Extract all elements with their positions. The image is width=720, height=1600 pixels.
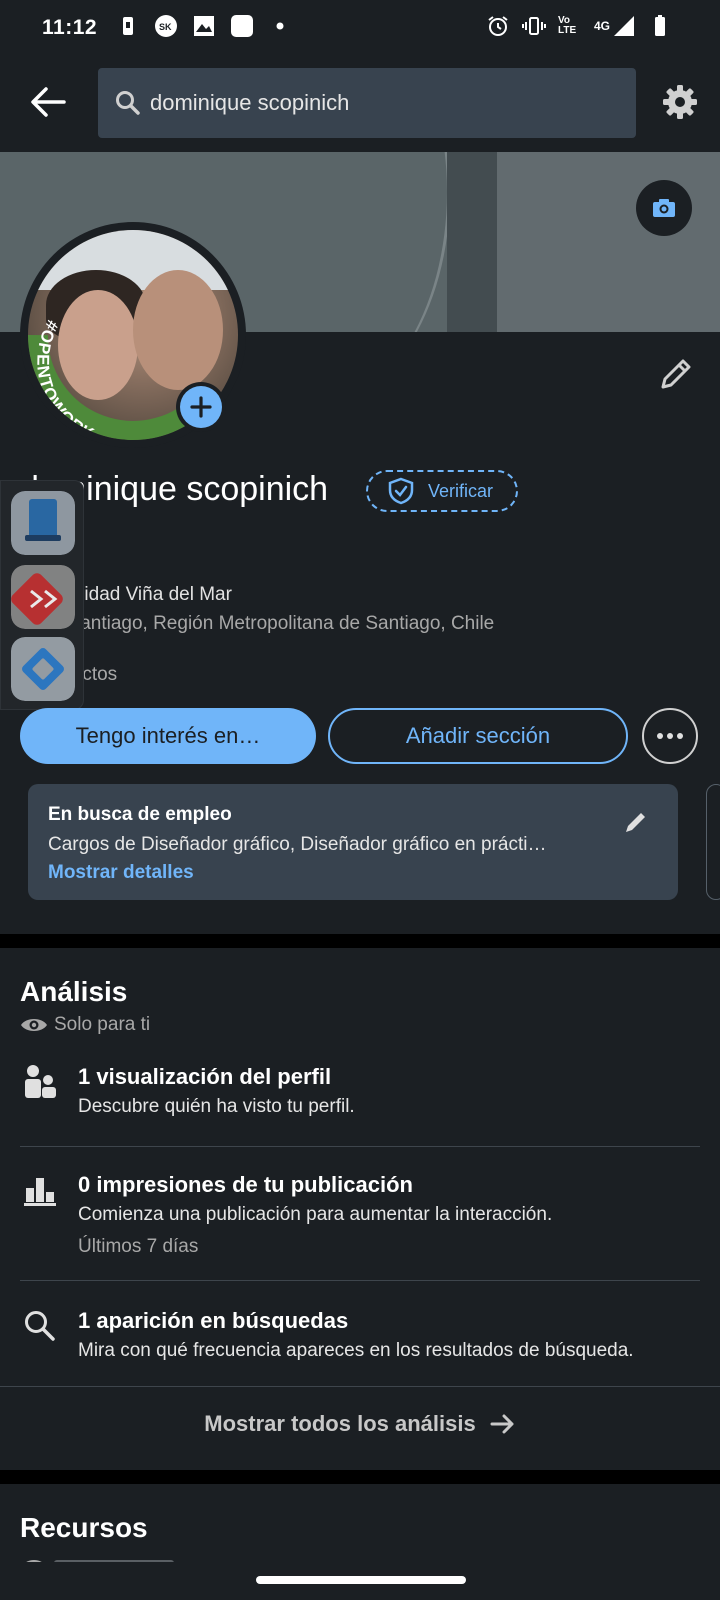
- app-square-icon: [231, 15, 253, 37]
- verify-label: Verificar: [428, 480, 494, 501]
- privacy-note: Solo para ti: [20, 1014, 150, 1036]
- analytics-item[interactable]: 1 visualización del perfil Descubre quié…: [20, 1064, 700, 1154]
- volte-label: Vo LTE: [557, 15, 577, 36]
- more-notifications-icon: [276, 22, 284, 30]
- pencil-icon[interactable]: [620, 806, 652, 838]
- analytics-item-subtitle: Comienza una publicación para aumentar l…: [78, 1204, 553, 1225]
- card-title: En busca de empleo: [48, 804, 232, 825]
- analytics-item[interactable]: 1 aparición en búsquedas Mira con qué fr…: [20, 1308, 700, 1378]
- search-query[interactable]: dominique scopinich: [150, 90, 349, 116]
- analytics-item-subtitle: Mira con qué frecuencia apareces en los …: [78, 1340, 634, 1361]
- add-photo-button[interactable]: [176, 382, 226, 432]
- signal-icon: [614, 16, 634, 36]
- open-to-button[interactable]: Tengo interés en…: [20, 708, 316, 764]
- search-bar[interactable]: dominique scopinich: [98, 68, 636, 138]
- home-gesture-bar[interactable]: [256, 1576, 466, 1584]
- eye-icon: [21, 1019, 47, 1031]
- search-icon: [116, 91, 140, 115]
- analytics-item-title: 0 impresiones de tu publicación: [78, 1172, 413, 1197]
- resources-privacy-peek: [20, 1552, 180, 1562]
- section-divider: [0, 934, 720, 948]
- alarm-icon: [488, 16, 508, 36]
- privacy-label: Solo para ti: [54, 1014, 151, 1035]
- plus-icon: [190, 396, 212, 418]
- pencil-icon[interactable]: [654, 352, 698, 396]
- show-all-analytics-button[interactable]: Mostrar todos los análisis: [0, 1392, 720, 1456]
- camera-icon: [653, 199, 675, 217]
- analytics-title: Análisis: [20, 976, 128, 1007]
- status-bar: 11:12 SK Vo LTE 4G: [0, 0, 720, 56]
- sim-icon: [123, 17, 133, 35]
- floating-app-dock[interactable]: [0, 480, 84, 710]
- analytics-item-subtitle: Descubre quién ha visto tu perfil.: [78, 1096, 355, 1117]
- card-description: Cargos de Diseñador gráfico, Diseñador g…: [48, 834, 547, 855]
- shield-check-icon: [388, 477, 414, 505]
- gallery-icon: [194, 16, 214, 36]
- analytics-item[interactable]: 0 impresiones de tu publicación Comienza…: [20, 1172, 700, 1282]
- analytics-item-period: Últimos 7 días: [78, 1236, 199, 1257]
- search-icon: [25, 1311, 55, 1341]
- people-icon: [25, 1065, 56, 1098]
- next-card-peek[interactable]: [706, 784, 720, 900]
- svg-text:SK: SK: [159, 22, 172, 32]
- divider: [0, 1386, 720, 1387]
- back-arrow-icon[interactable]: [26, 80, 70, 124]
- diamond-app-icon[interactable]: [11, 637, 75, 701]
- section-divider: [0, 1470, 720, 1484]
- notification-icons: SK: [116, 14, 292, 38]
- banner-shape: [497, 152, 720, 332]
- system-icons: Vo LTE 4G: [486, 14, 672, 38]
- network-type: 4G: [593, 19, 610, 33]
- analytics-item-title: 1 aparición en búsquedas: [78, 1308, 349, 1333]
- top-app-bar: dominique scopinich: [0, 56, 720, 152]
- show-all-label: Mostrar todos los análisis: [204, 1411, 476, 1436]
- analytics-item-title: 1 visualización del perfil: [78, 1064, 332, 1089]
- gear-icon[interactable]: [658, 80, 702, 124]
- battery-icon: [655, 15, 665, 36]
- verify-button[interactable]: Verificar: [366, 470, 518, 512]
- arrow-right-icon: [490, 1414, 514, 1434]
- sk-app-icon: SK: [155, 15, 177, 37]
- clock: 11:12: [42, 16, 98, 39]
- ellipsis-icon: [657, 733, 683, 739]
- edit-banner-button[interactable]: [636, 180, 692, 236]
- dev-tools-icon[interactable]: [11, 565, 75, 629]
- show-details-link[interactable]: Mostrar detalles: [48, 862, 658, 884]
- bar-chart-icon: [24, 1178, 56, 1206]
- open-to-work-card[interactable]: En busca de empleo Cargos de Diseñador g…: [28, 784, 678, 900]
- add-section-button[interactable]: Añadir sección: [328, 708, 628, 764]
- vibrate-icon: [521, 17, 546, 35]
- divider: [20, 1280, 700, 1281]
- resources-title: Recursos: [20, 1512, 148, 1543]
- more-options-button[interactable]: [642, 708, 698, 764]
- divider: [20, 1146, 700, 1147]
- location: Gran Santiago, Región Metropolitana de S…: [20, 613, 495, 634]
- phone-app-icon[interactable]: [11, 491, 75, 555]
- banner-shape: [447, 152, 497, 332]
